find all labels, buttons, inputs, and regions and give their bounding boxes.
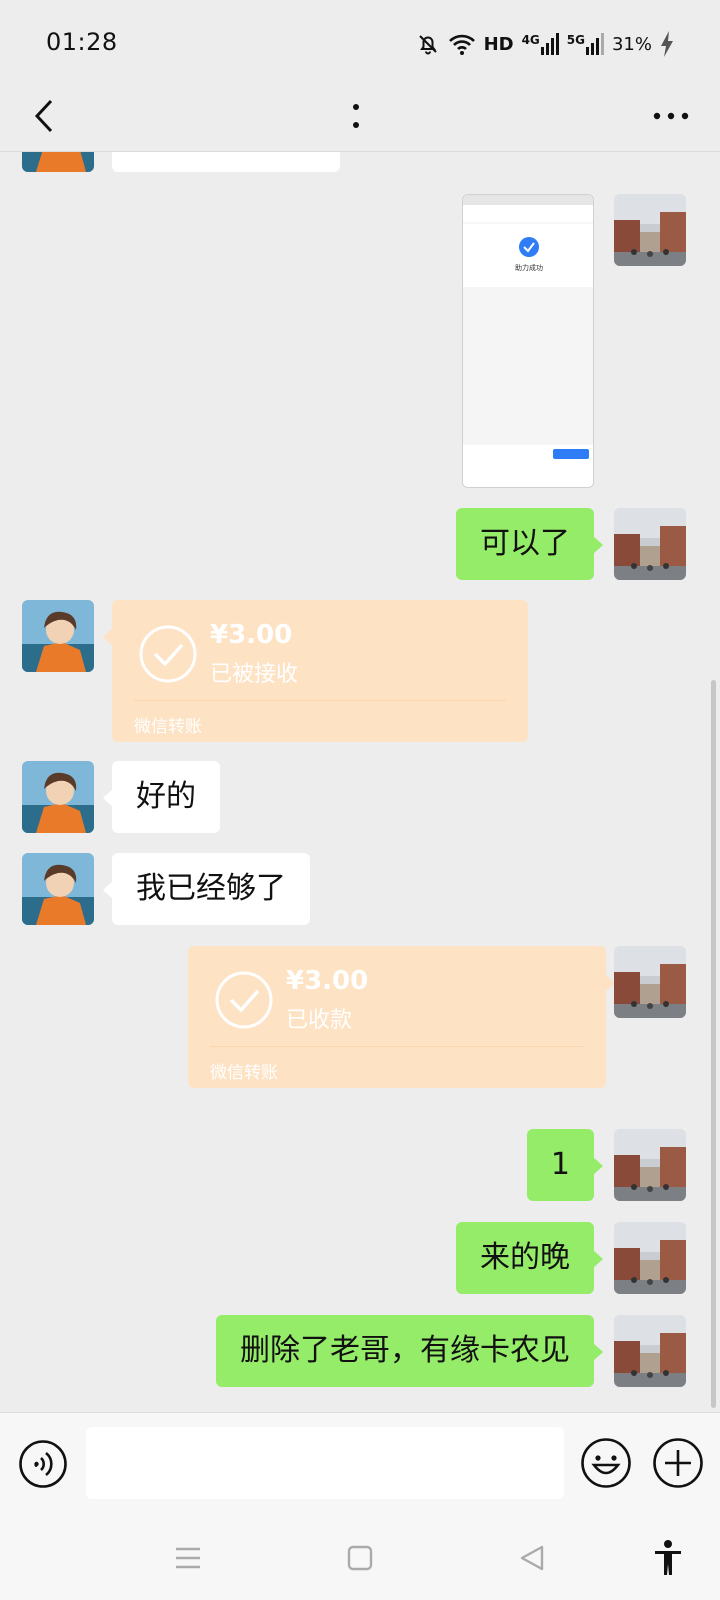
chevron-left-icon [34, 99, 53, 133]
plus-icon [653, 1438, 703, 1488]
message-bubble[interactable]: 1 [526, 1129, 604, 1201]
system-back-button[interactable] [512, 1538, 552, 1578]
signal-icon [585, 33, 604, 55]
back-triangle-icon [520, 1545, 544, 1571]
message-bubble[interactable]: 可以了 [456, 508, 603, 580]
emoji-button[interactable] [580, 1437, 632, 1489]
contact-avatar[interactable] [22, 600, 94, 672]
check-circle-icon [215, 971, 273, 1029]
status-bar: 01:28 HD 4G 5G 31% [0, 0, 720, 84]
chat-header [0, 84, 720, 152]
accessibility-icon [655, 1540, 681, 1575]
transfer-amount: ¥3.00 [210, 620, 293, 650]
hd-label: HD [483, 33, 514, 55]
accessibility-button[interactable] [648, 1538, 688, 1578]
message-bubble[interactable]: 好的 [103, 761, 220, 833]
message-bubble[interactable]: 来的晚 [456, 1222, 603, 1294]
vertical-dots-icon [353, 104, 359, 128]
net-5g-label: 5G [566, 33, 585, 47]
net-4g-label: 4G [521, 33, 540, 47]
transfer-amount: ¥3.00 [286, 966, 369, 996]
message-bubble[interactable]: 删除了老哥，有缘卡农见 [216, 1315, 603, 1387]
chat-title-dots [346, 92, 366, 140]
voice-icon [19, 1440, 67, 1488]
my-avatar[interactable] [614, 508, 686, 580]
my-avatar[interactable] [614, 1222, 686, 1294]
battery-charging-icon [660, 31, 674, 57]
back-button[interactable] [22, 92, 66, 140]
signal-5g: 5G [567, 33, 604, 55]
transfer-status: 已被接收 [210, 662, 299, 687]
my-avatar[interactable] [614, 194, 686, 266]
transfer-status: 已收款 [286, 1008, 353, 1033]
transfer-label: 微信转账 [134, 717, 202, 737]
check-circle-icon [139, 625, 197, 683]
voice-button[interactable] [18, 1439, 68, 1489]
status-icons: HD 4G 5G 31% [416, 28, 674, 60]
message-input[interactable] [86, 1427, 564, 1499]
scrollbar[interactable] [711, 680, 716, 1408]
message-bubble[interactable]: 我已经够了 [103, 853, 310, 925]
transfer-card[interactable]: ¥3.00 已被接收 微信转账 [103, 600, 528, 742]
status-time: 01:28 [46, 28, 118, 56]
contact-avatar[interactable] [22, 853, 94, 925]
my-avatar[interactable] [614, 1129, 686, 1201]
home-button[interactable] [340, 1538, 380, 1578]
my-avatar[interactable] [614, 1315, 686, 1387]
more-button[interactable] [648, 92, 694, 140]
wifi-icon [448, 32, 476, 56]
transfer-card[interactable]: ¥3.00 已收款 微信转账 [188, 946, 615, 1088]
battery-text: 31% [611, 33, 652, 55]
contact-avatar[interactable] [22, 152, 94, 172]
signal-icon [540, 33, 559, 55]
menu-button[interactable] [168, 1538, 208, 1578]
my-avatar[interactable] [614, 946, 686, 1018]
contact-avatar[interactable] [22, 761, 94, 833]
mute-bell-icon [416, 32, 440, 56]
image-message[interactable]: 助力成功 [462, 194, 594, 488]
transfer-label: 微信转账 [210, 1063, 278, 1083]
home-icon [347, 1545, 373, 1571]
transfer-divider [210, 1046, 584, 1047]
menu-icon [176, 1547, 200, 1569]
transfer-divider [134, 700, 506, 701]
message-bubble[interactable]: 拍完截图给我 [112, 152, 340, 172]
image-caption: 助力成功 [515, 264, 543, 272]
horizontal-dots-icon [653, 112, 689, 120]
emoji-icon [581, 1438, 631, 1488]
input-bar [0, 1412, 720, 1516]
more-functions-button[interactable] [652, 1437, 704, 1489]
signal-4g: 4G [522, 33, 559, 55]
chat-message-list[interactable]: 拍完截图给我 助力成功 可以了 ¥3.00 已被接收 微信转账 [0, 152, 720, 1412]
system-navigation-bar [0, 1516, 720, 1600]
